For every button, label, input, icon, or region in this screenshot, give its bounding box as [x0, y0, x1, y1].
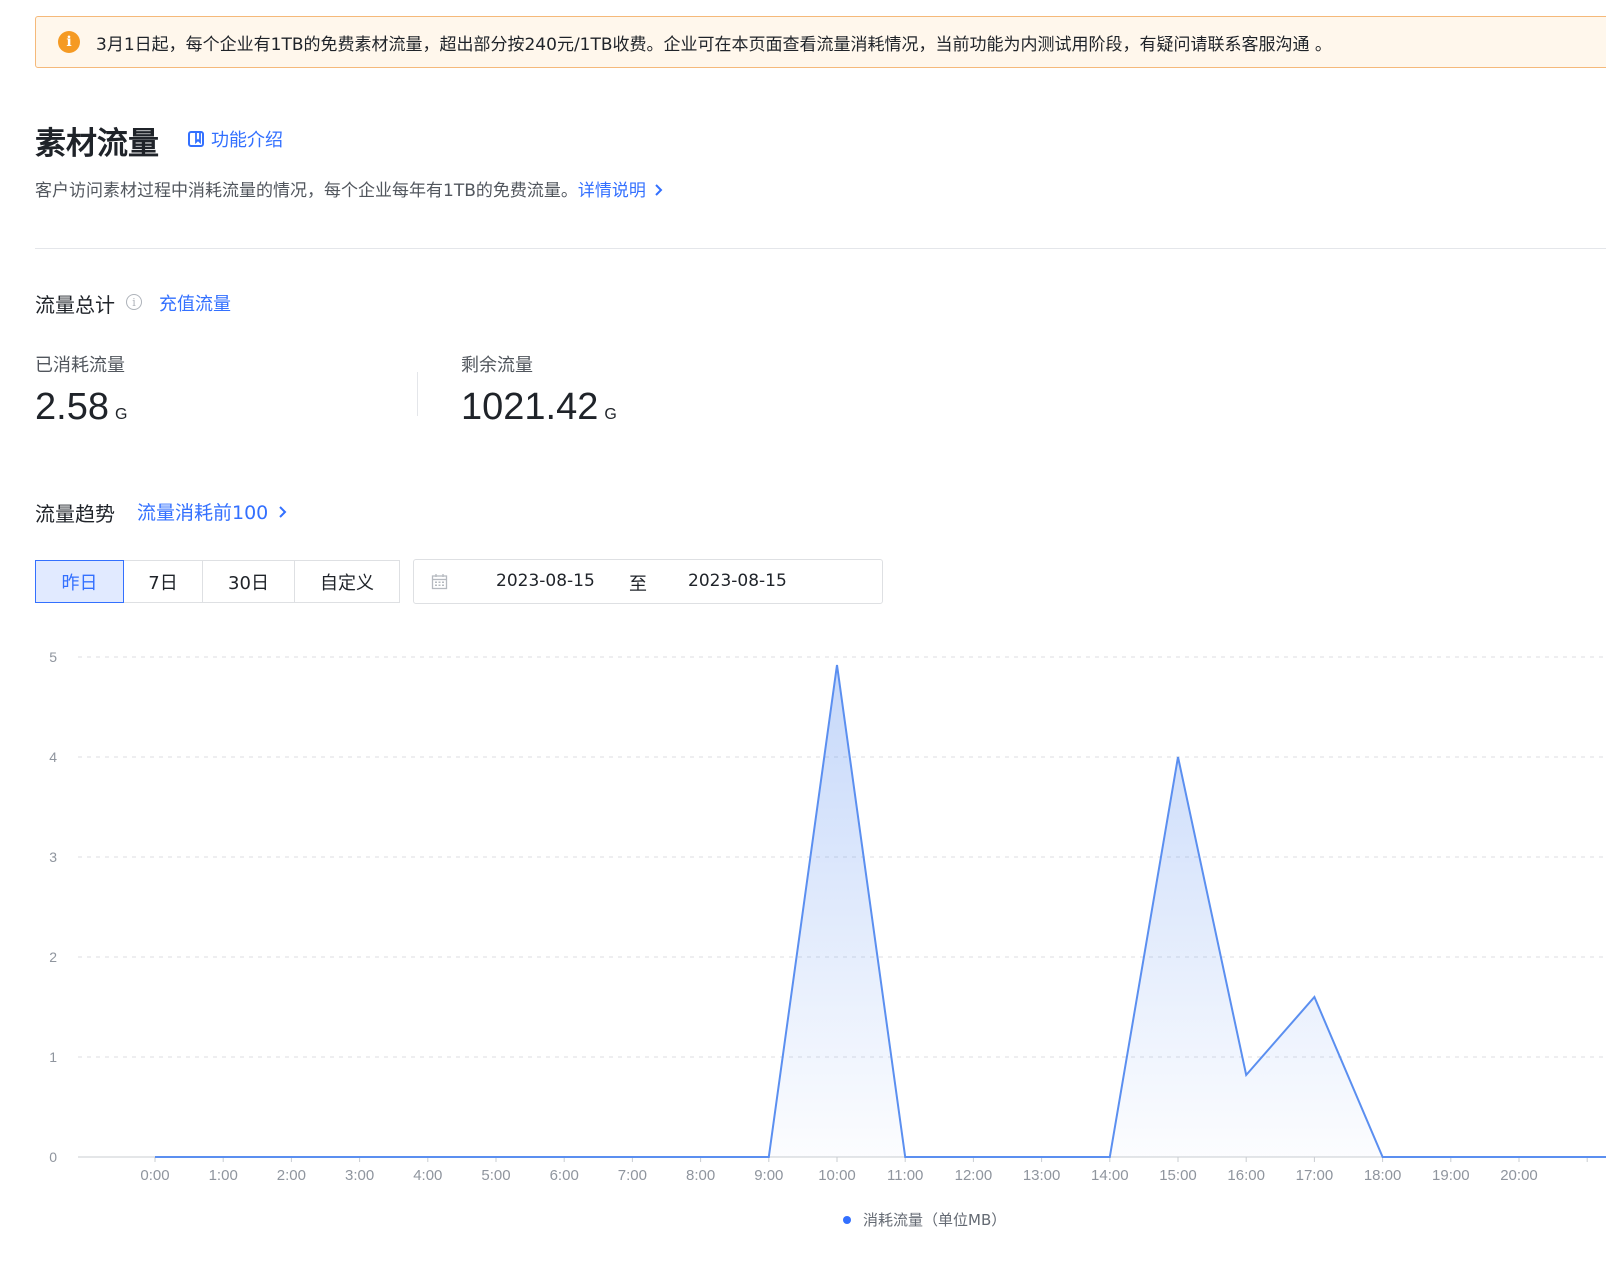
- page-subtitle: 客户访问素材过程中消耗流量的情况，每个企业每年有1TB的免费流量。详情说明: [35, 176, 666, 201]
- data-point[interactable]: [1314, 997, 1315, 998]
- x-tick-label: 6:00: [550, 1167, 579, 1184]
- traffic-trend-chart: 0 1 2 3 4 5 0:00 1:00 2:00 3:00 4:00 5:00 6:00 7:00 8:…: [49, 649, 1606, 1184]
- data-point[interactable]: [1587, 1157, 1588, 1158]
- x-tick-label: 14:00: [1091, 1167, 1129, 1184]
- summary-label: 流量总计: [35, 293, 115, 317]
- data-point[interactable]: [155, 1157, 156, 1158]
- legend-label: 消耗流量（单位MB）: [863, 1211, 1007, 1229]
- data-point[interactable]: [1041, 1157, 1042, 1158]
- chevron-right-icon: [655, 184, 663, 196]
- x-tick-label: 2:00: [277, 1167, 306, 1184]
- range-custom-button[interactable]: 自定义: [294, 560, 400, 603]
- feature-intro-link[interactable]: 功能介绍: [187, 126, 283, 152]
- legend-dot: [843, 1215, 851, 1224]
- range-30d-button[interactable]: 30日: [202, 560, 295, 603]
- x-tick-label: 10:00: [818, 1167, 856, 1184]
- remaining-label: 剩余流量: [461, 355, 533, 376]
- y-tick-label: 3: [49, 849, 57, 865]
- y-tick-label: 2: [49, 949, 57, 965]
- date-end[interactable]: 2023-08-15: [688, 571, 787, 591]
- remaining-value: 1021.42 G: [461, 386, 617, 429]
- date-separator: 至: [629, 574, 647, 595]
- x-tick-label: 19:00: [1432, 1167, 1470, 1184]
- y-tick-label: 5: [49, 649, 57, 665]
- chart-legend[interactable]: 消耗流量（单位MB）: [843, 1209, 1006, 1230]
- y-tick-label: 1: [49, 1049, 57, 1065]
- range-yesterday-button[interactable]: 昨日: [35, 560, 124, 603]
- recharge-link[interactable]: 充值流量: [159, 290, 231, 316]
- book-icon: [188, 131, 204, 147]
- notice-banner: i 3月1日起，每个企业有1TB的免费素材流量，超出部分按240元/1TB收费。…: [35, 16, 1606, 68]
- notice-text: 3月1日起，每个企业有1TB的免费素材流量，超出部分按240元/1TB收费。企业…: [96, 34, 1332, 55]
- data-point[interactable]: [632, 1157, 633, 1158]
- data-point[interactable]: [291, 1157, 292, 1158]
- details-link[interactable]: 详情说明: [578, 181, 666, 201]
- remaining-unit: G: [604, 406, 617, 423]
- warning-icon: i: [58, 31, 80, 53]
- x-tick-label: 16:00: [1227, 1167, 1265, 1184]
- date-start[interactable]: 2023-08-15: [496, 571, 595, 591]
- x-tick-label: 12:00: [955, 1167, 993, 1184]
- top100-link[interactable]: 流量消耗前100: [137, 498, 290, 525]
- data-point[interactable]: [564, 1157, 565, 1158]
- y-tick-label: 0: [49, 1149, 57, 1165]
- x-tick-label: 20:00: [1500, 1167, 1538, 1184]
- stat-divider: [417, 372, 418, 416]
- consumed-unit: G: [114, 406, 128, 423]
- x-tick-label: 17:00: [1296, 1167, 1334, 1184]
- series-area: [155, 665, 1606, 1157]
- x-tick-label: 8:00: [686, 1167, 715, 1184]
- x-tick-label: 1:00: [209, 1167, 238, 1184]
- chevron-right-icon: [279, 506, 287, 518]
- y-tick-label: 4: [49, 749, 57, 765]
- range-selector: 昨日 7日 30日 自定义: [35, 560, 400, 603]
- data-point[interactable]: [905, 1157, 906, 1158]
- x-tick-label: 0:00: [140, 1167, 169, 1184]
- data-point[interactable]: [223, 1157, 224, 1158]
- top100-label: 流量消耗前100: [137, 502, 269, 524]
- data-point[interactable]: [1109, 1157, 1110, 1158]
- data-point[interactable]: [973, 1157, 974, 1158]
- data-point[interactable]: [700, 1157, 701, 1158]
- data-point[interactable]: [1178, 757, 1179, 758]
- data-point[interactable]: [427, 1157, 428, 1158]
- x-tick-label: 18:00: [1364, 1167, 1402, 1184]
- remaining-number: 1021.42: [461, 386, 599, 428]
- x-tick-label: 9:00: [754, 1167, 783, 1184]
- page-title: 素材流量: [35, 126, 159, 162]
- subtitle-text: 客户访问素材过程中消耗流量的情况，每个企业每年有1TB的免费流量。: [35, 181, 578, 201]
- data-point[interactable]: [1382, 1157, 1383, 1158]
- details-link-label: 详情说明: [577, 181, 646, 201]
- data-point[interactable]: [496, 1157, 497, 1158]
- range-7d-button[interactable]: 7日: [123, 560, 203, 603]
- x-tick-label: 11:00: [887, 1167, 923, 1184]
- calendar-icon: [431, 574, 448, 590]
- data-point[interactable]: [837, 665, 838, 666]
- trend-label: 流量趋势: [35, 502, 115, 526]
- feature-intro-label: 功能介绍: [211, 130, 283, 151]
- consumed-label: 已消耗流量: [35, 355, 125, 376]
- x-tick-label: 4:00: [413, 1167, 442, 1184]
- x-tick-label: 13:00: [1023, 1167, 1061, 1184]
- data-point[interactable]: [1519, 1157, 1520, 1158]
- x-tick-label: 5:00: [481, 1167, 510, 1184]
- consumed-number: 2.58: [35, 386, 109, 428]
- x-tick-label: 7:00: [618, 1167, 647, 1184]
- date-range-picker[interactable]: 2023-08-15 至 2023-08-15: [413, 559, 883, 604]
- data-point[interactable]: [359, 1157, 360, 1158]
- data-point[interactable]: [1450, 1157, 1451, 1158]
- section-divider: [35, 248, 1606, 249]
- consumed-value: 2.58 G: [35, 386, 127, 429]
- x-tick-label: 3:00: [345, 1167, 374, 1184]
- info-icon[interactable]: i: [126, 294, 142, 310]
- data-point[interactable]: [768, 1157, 769, 1158]
- data-point[interactable]: [1246, 1075, 1247, 1076]
- x-tick-label: 15:00: [1159, 1167, 1197, 1184]
